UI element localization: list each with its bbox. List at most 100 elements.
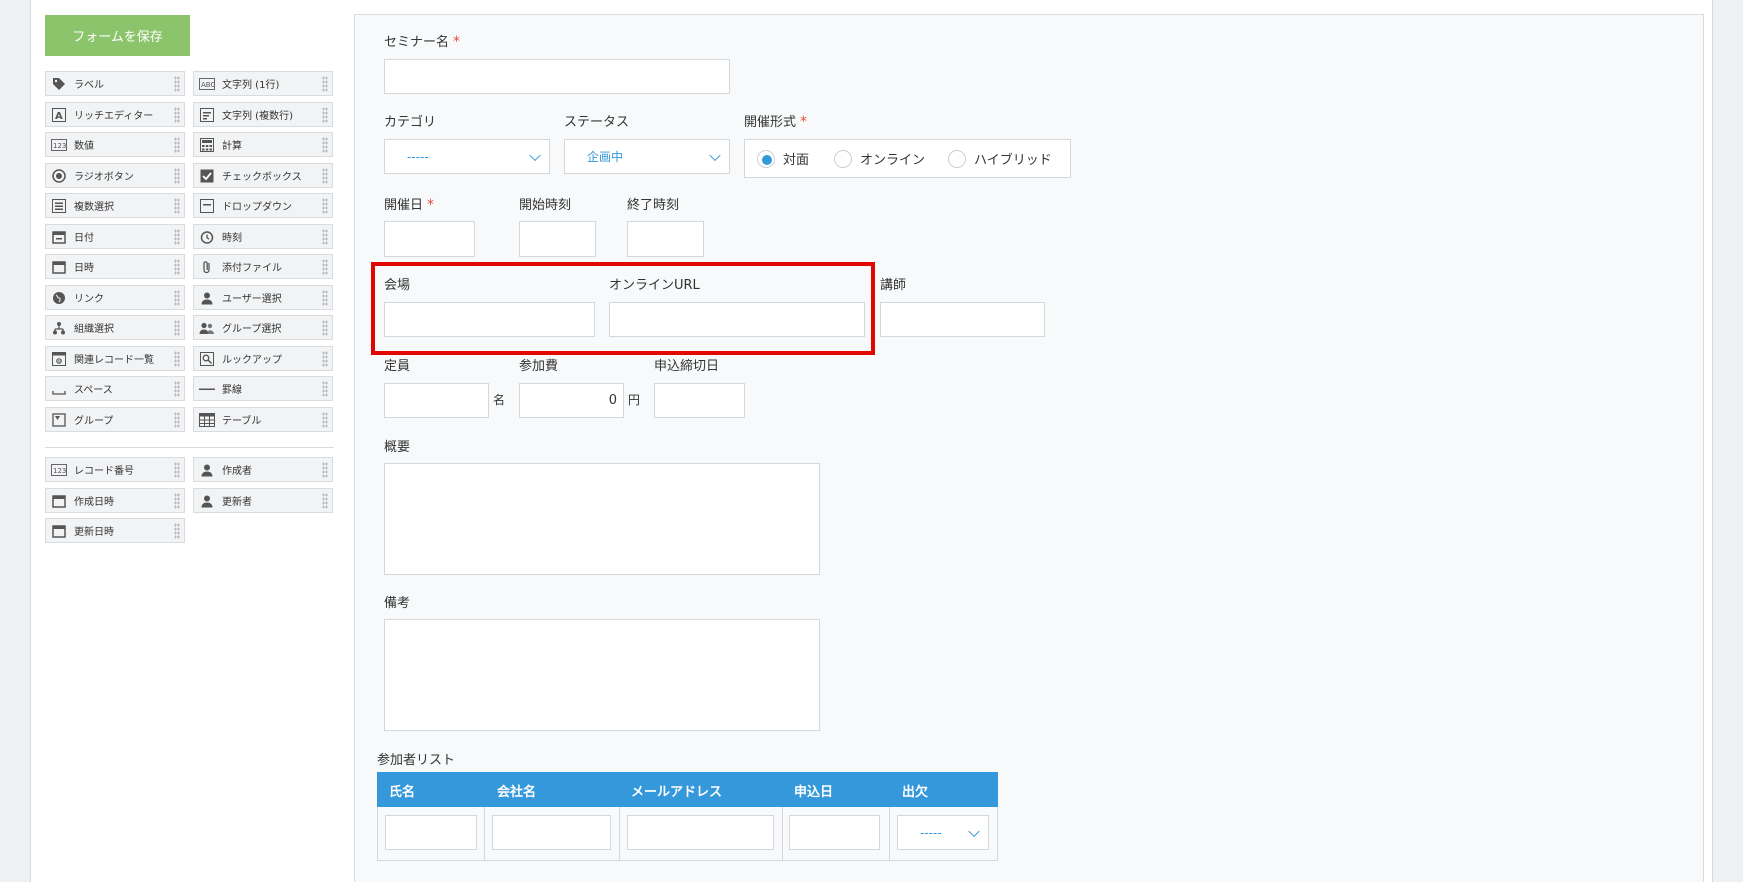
paperclip-icon: [198, 259, 216, 275]
palette-radio-button[interactable]: ラジオボタン: [45, 163, 185, 188]
palette-created-datetime[interactable]: 作成日時: [45, 488, 185, 513]
summary-textarea[interactable]: [384, 463, 820, 575]
drag-handle-icon: [322, 168, 328, 184]
drag-handle-icon: [174, 320, 180, 336]
svg-text:123: 123: [53, 142, 66, 150]
palette-attachment[interactable]: 添付ファイル: [193, 254, 333, 279]
palette-space[interactable]: スペース: [45, 376, 185, 401]
drag-handle-icon: [174, 76, 180, 92]
drag-handle-icon: [174, 462, 180, 478]
clock-icon: [198, 229, 216, 245]
tag-icon: [50, 76, 68, 92]
palette-multi-select[interactable]: 複数選択: [45, 193, 185, 218]
palette-number[interactable]: 123 数値: [45, 132, 185, 157]
date-label: 開催日 *: [384, 197, 435, 213]
notes-textarea[interactable]: [384, 619, 820, 731]
palette-multi-line-text[interactable]: 文字列 (複数行): [193, 102, 333, 127]
drag-handle-icon: [174, 493, 180, 509]
radio-selected-icon: [757, 149, 775, 168]
summary-label: 概要: [384, 440, 411, 455]
palette-single-line-text[interactable]: ABC 文字列 (1行): [193, 71, 333, 96]
drag-handle-icon: [174, 198, 180, 214]
format-option-in-person[interactable]: 対面: [757, 149, 809, 168]
participant-apply-date-input[interactable]: [789, 815, 880, 850]
calendar-icon: [50, 229, 68, 245]
svg-text:ABC: ABC: [201, 81, 215, 89]
status-label: ステータス: [564, 115, 630, 130]
palette-lookup[interactable]: ルックアップ: [193, 346, 333, 371]
format-option-hybrid[interactable]: ハイブリッド: [948, 149, 1052, 168]
palette-related-records[interactable]: 関連レコード一覧: [45, 346, 185, 371]
svg-text:A: A: [55, 111, 63, 122]
calendar-icon: [50, 523, 68, 539]
participant-name-input[interactable]: [385, 815, 477, 850]
drag-handle-icon: [322, 107, 328, 123]
palette-org-select[interactable]: 組織選択: [45, 315, 185, 340]
drag-handle-icon: [174, 351, 180, 367]
end-time-label: 終了時刻: [627, 198, 680, 213]
palette-updater[interactable]: 更新者: [193, 488, 333, 513]
drag-handle-icon: [174, 168, 180, 184]
category-select[interactable]: -----: [384, 139, 550, 174]
end-time-input[interactable]: [627, 221, 704, 257]
number-icon: 123: [50, 462, 68, 478]
drag-handle-icon: [322, 493, 328, 509]
seminar-name-label: セミナー名 *: [384, 34, 461, 50]
svg-text:123: 123: [53, 467, 66, 475]
palette-table[interactable]: テーブル: [193, 407, 333, 432]
save-form-button[interactable]: フォームを保存: [45, 15, 190, 56]
space-icon: [50, 381, 68, 397]
dropdown-icon: [198, 198, 216, 214]
globe-icon: [50, 290, 68, 306]
user-icon: [198, 462, 216, 478]
related-records-icon: [50, 351, 68, 367]
palette-rich-editor[interactable]: A リッチエディター: [45, 102, 185, 127]
drag-handle-icon: [322, 462, 328, 478]
palette-calculation[interactable]: 計算: [193, 132, 333, 157]
date-input[interactable]: [384, 221, 475, 257]
calendar-icon: [50, 259, 68, 275]
drag-handle-icon: [322, 229, 328, 245]
palette-group[interactable]: グループ: [45, 407, 185, 432]
format-option-online[interactable]: オンライン: [834, 149, 925, 168]
palette-date[interactable]: 日付: [45, 224, 185, 249]
instructor-input[interactable]: [880, 302, 1045, 337]
status-select[interactable]: 企画中: [564, 139, 730, 174]
palette-creator[interactable]: 作成者: [193, 457, 333, 482]
seminar-name-input[interactable]: [384, 59, 730, 94]
drag-handle-icon: [322, 320, 328, 336]
palette-updated-datetime[interactable]: 更新日時: [45, 518, 185, 543]
palette-group-select[interactable]: グループ選択: [193, 315, 333, 340]
palette-datetime[interactable]: 日時: [45, 254, 185, 279]
drag-handle-icon: [322, 290, 328, 306]
participant-attendance-select[interactable]: -----: [897, 815, 989, 850]
palette-record-number[interactable]: 123 レコード番号: [45, 457, 185, 482]
capacity-input[interactable]: [384, 383, 489, 418]
palette-dropdown[interactable]: ドロップダウン: [193, 193, 333, 218]
palette-checkbox[interactable]: チェックボックス: [193, 163, 333, 188]
palette-time[interactable]: 時刻: [193, 224, 333, 249]
participant-email-input[interactable]: [627, 815, 774, 850]
palette-label[interactable]: ラベル: [45, 71, 185, 96]
horizontal-rule-icon: [198, 381, 216, 397]
fee-input[interactable]: 0: [519, 383, 624, 418]
column-attendance: 出欠: [902, 785, 929, 800]
palette-link[interactable]: リンク: [45, 285, 185, 310]
format-radio-group: 対面 オンライン ハイブリッド: [744, 139, 1071, 178]
number-icon: 123: [50, 137, 68, 153]
drag-handle-icon: [174, 137, 180, 153]
palette-user-select[interactable]: ユーザー選択: [193, 285, 333, 310]
lookup-icon: [198, 351, 216, 367]
instructor-label: 講師: [880, 278, 907, 293]
deadline-input[interactable]: [654, 383, 745, 418]
palette-border[interactable]: 罫線: [193, 376, 333, 401]
abc-icon: ABC: [198, 76, 216, 92]
drag-handle-icon: [322, 412, 328, 428]
participant-company-input[interactable]: [492, 815, 611, 850]
start-time-input[interactable]: [519, 221, 596, 257]
drag-handle-icon: [174, 523, 180, 539]
calendar-icon: [50, 493, 68, 509]
calculator-icon: [198, 137, 216, 153]
table-icon: [198, 412, 216, 428]
selection-highlight: [371, 262, 875, 355]
